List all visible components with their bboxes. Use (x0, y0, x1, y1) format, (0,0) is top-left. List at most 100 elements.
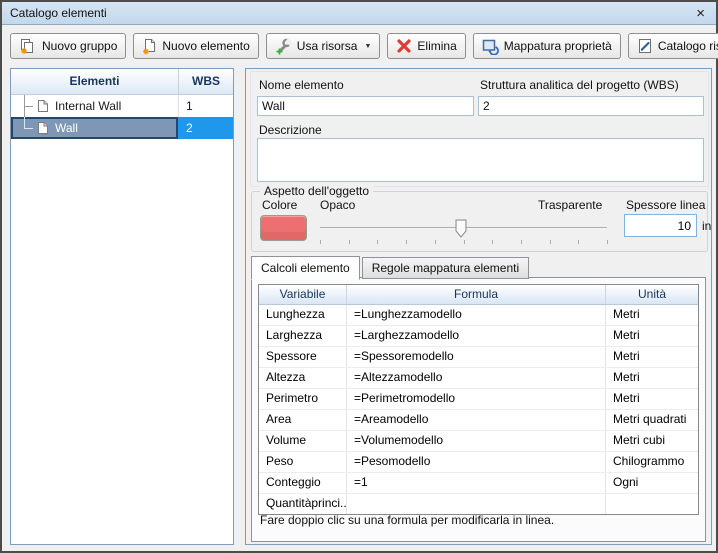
table-row[interactable]: Volume =Volumemodello Metri cubi (259, 431, 698, 452)
unit-cell[interactable] (606, 494, 698, 514)
variable-cell[interactable]: Quantitàprinci... (259, 494, 347, 514)
delete-button[interactable]: Elimina (387, 33, 466, 59)
variable-cell[interactable]: Volume (259, 431, 347, 451)
element-name-input[interactable] (257, 96, 474, 116)
title-bar[interactable]: Catalogo elementi × (2, 2, 716, 25)
variable-cell[interactable]: Larghezza (259, 326, 347, 346)
opacity-slider[interactable] (320, 219, 608, 245)
unit-cell[interactable]: Metri cubi (606, 431, 698, 451)
element-detail-panel: Nome elemento Struttura analitica del pr… (245, 68, 712, 545)
table-row[interactable]: Peso =Pesomodello Chilogrammo (259, 452, 698, 473)
unit-cell[interactable]: Chilogrammo (606, 452, 698, 472)
element-tree-panel: Elementi WBS Internal Wall 1 Wall 2 (10, 68, 234, 545)
tree-body: Internal Wall 1 Wall 2 (11, 95, 233, 139)
tree-column-elementi[interactable]: Elementi (11, 69, 179, 94)
formula-cell[interactable]: =Volumemodello (347, 431, 606, 451)
calculations-tab-panel: Variabile Formula Unità Lunghezza =Lunghe… (251, 277, 706, 542)
resource-catalog-button[interactable]: Catalogo risorse (627, 33, 718, 59)
wbs-input[interactable] (478, 96, 704, 116)
table-row[interactable]: Area =Areamodello Metri quadrati (259, 410, 698, 431)
unit-cell[interactable]: Metri (606, 389, 698, 409)
header-unita[interactable]: Unità (606, 285, 698, 304)
property-mapping-label: Mappatura proprietà (503, 39, 612, 53)
tree-column-wbs[interactable]: WBS (179, 69, 233, 94)
header-formula[interactable]: Formula (347, 285, 606, 304)
tree-item-label: Internal Wall (55, 99, 122, 113)
appearance-group-title: Aspetto dell'oggetto (260, 184, 374, 198)
variable-cell[interactable]: Conteggio (259, 473, 347, 493)
table-row[interactable]: Larghezza =Larghezzamodello Metri (259, 326, 698, 347)
table-row[interactable]: Altezza =Altezzamodello Metri (259, 368, 698, 389)
unit-cell[interactable]: Metri (606, 326, 698, 346)
object-appearance-group: Aspetto dell'oggetto Colore Opaco Traspa… (251, 184, 712, 252)
new-element-icon (143, 38, 156, 54)
unit-cell[interactable]: Metri quadrati (606, 410, 698, 430)
description-label: Descrizione (259, 123, 322, 137)
tree-row[interactable]: Wall 2 (11, 117, 233, 139)
color-swatch[interactable] (260, 215, 307, 241)
formula-cell[interactable]: =Spessoremodello (347, 347, 606, 367)
formula-cell[interactable]: =1 (347, 473, 606, 493)
tree-item-wbs[interactable]: 1 (178, 95, 233, 117)
formula-cell[interactable]: =Pesomodello (347, 452, 606, 472)
line-weight-label: Spessore linea (626, 198, 706, 212)
table-row[interactable]: Conteggio =1 Ogni (259, 473, 698, 494)
line-weight-unit: in (702, 219, 712, 233)
tree-item-wbs[interactable]: 2 (178, 117, 233, 139)
close-icon[interactable]: × (693, 6, 708, 21)
resource-catalog-icon (638, 39, 651, 53)
use-resource-button[interactable]: Usa risorsa ▼ (265, 33, 381, 59)
tree-header: Elementi WBS (11, 69, 233, 95)
tree-connector (24, 128, 33, 129)
window-title: Catalogo elementi (10, 6, 107, 20)
opacity-slider-thumb[interactable] (455, 219, 467, 239)
tree-row[interactable]: Internal Wall 1 (11, 95, 233, 117)
header-variabile[interactable]: Variabile (259, 285, 347, 304)
page-icon (38, 122, 48, 134)
dropdown-caret-icon: ▼ (364, 42, 372, 50)
formula-cell[interactable]: =Areamodello (347, 410, 606, 430)
property-mapping-icon (482, 39, 499, 55)
table-row[interactable]: Quantitàprinci... (259, 494, 698, 514)
tree-connector (24, 117, 25, 128)
tree-item-name[interactable]: Internal Wall (11, 95, 178, 117)
new-group-button[interactable]: Nuovo gruppo (10, 33, 127, 59)
use-resource-icon (276, 37, 292, 54)
unit-cell[interactable]: Metri (606, 305, 698, 325)
formula-cell[interactable]: =Perimetromodello (347, 389, 606, 409)
new-element-button[interactable]: Nuovo elemento (133, 33, 259, 59)
toolbar: Nuovo gruppo Nuovo elemento Usa risorsa … (10, 33, 718, 59)
tree-item-name[interactable]: Wall (11, 117, 178, 139)
variable-cell[interactable]: Spessore (259, 347, 347, 367)
table-row[interactable]: Lunghezza =Lunghezzamodello Metri (259, 305, 698, 326)
property-mapping-button[interactable]: Mappatura proprietà (472, 33, 621, 59)
new-group-icon (21, 38, 33, 54)
table-row[interactable]: Perimetro =Perimetromodello Metri (259, 389, 698, 410)
description-textarea[interactable] (257, 138, 704, 182)
tree-connector (24, 106, 33, 107)
use-resource-label: Usa risorsa (296, 39, 358, 53)
formula-cell[interactable]: =Larghezzamodello (347, 326, 606, 346)
tab-bar: Calcoli elemento Regole mappatura elemen… (251, 256, 531, 280)
line-weight-input[interactable] (624, 214, 697, 237)
unit-cell[interactable]: Metri (606, 347, 698, 367)
variable-cell[interactable]: Area (259, 410, 347, 430)
formula-hint-text: Fare doppio clic su una formula per modi… (260, 513, 555, 527)
table-row[interactable]: Spessore =Spessoremodello Metri (259, 347, 698, 368)
formula-cell[interactable] (347, 494, 606, 514)
wbs-label: Struttura analitica del progetto (WBS) (480, 78, 679, 92)
variable-cell[interactable]: Altezza (259, 368, 347, 388)
slider-ticks (320, 240, 608, 245)
formula-table: Variabile Formula Unità Lunghezza =Lunghe… (258, 284, 699, 515)
delete-label: Elimina (417, 39, 457, 53)
unit-cell[interactable]: Ogni (606, 473, 698, 493)
variable-cell[interactable]: Peso (259, 452, 347, 472)
opaque-label: Opaco (320, 198, 356, 212)
formula-cell[interactable]: =Lunghezzamodello (347, 305, 606, 325)
tab-calcoli-elemento[interactable]: Calcoli elemento (251, 256, 360, 280)
tab-regole-mappatura[interactable]: Regole mappatura elementi (361, 257, 530, 279)
formula-cell[interactable]: =Altezzamodello (347, 368, 606, 388)
variable-cell[interactable]: Perimetro (259, 389, 347, 409)
unit-cell[interactable]: Metri (606, 368, 698, 388)
variable-cell[interactable]: Lunghezza (259, 305, 347, 325)
